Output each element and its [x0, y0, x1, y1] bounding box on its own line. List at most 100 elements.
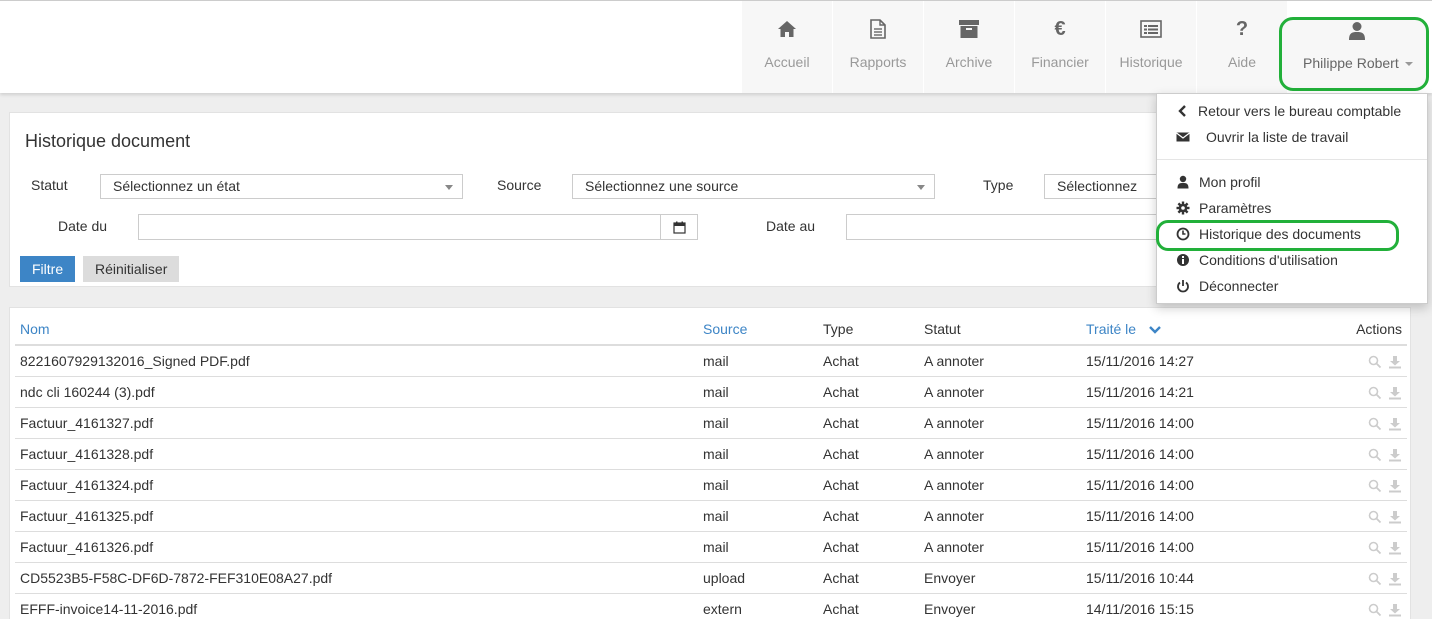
envelope-icon [1176, 132, 1190, 142]
cell-processed: 14/11/2016 15:15 [1081, 593, 1261, 619]
caret-down-icon [1404, 62, 1413, 67]
statut-select[interactable]: Sélectionnez un état [100, 174, 463, 199]
cell-name: ndc cli 160244 (3).pdf [15, 376, 698, 408]
download-icon[interactable] [1388, 510, 1402, 524]
download-icon[interactable] [1388, 355, 1402, 369]
menu-item-label: Retour vers le bureau comptable [1198, 103, 1402, 119]
menu-item-parametres[interactable]: Paramètres [1157, 196, 1427, 222]
date-from-label: Date du [58, 218, 108, 234]
cell-processed: 15/11/2016 14:00 [1081, 438, 1261, 470]
table-row: Factuur_4161324.pdf mail Achat A annoter 15/… [15, 469, 1407, 501]
cell-source: mail [698, 500, 818, 532]
search-icon[interactable] [1368, 417, 1382, 431]
cell-name: 8221607929132016_Signed PDF.pdf [15, 345, 698, 377]
search-icon[interactable] [1368, 603, 1382, 617]
table-row: Factuur_4161326.pdf mail Achat A annoter 15/… [15, 531, 1407, 563]
download-icon[interactable] [1388, 448, 1402, 462]
euro-icon: € [1054, 17, 1066, 40]
menu-item-deconnecter[interactable]: Déconnecter [1157, 274, 1427, 300]
col-header-processed-label: Traité le [1086, 320, 1137, 337]
cell-actions [1261, 593, 1407, 619]
download-icon[interactable] [1388, 386, 1402, 400]
cell-source: mail [698, 376, 818, 408]
col-header-processed[interactable]: Traité le [1081, 313, 1261, 346]
date-from-input[interactable] [138, 214, 661, 240]
date-from-calendar-button[interactable] [660, 214, 698, 240]
menu-item-mon-profil[interactable]: Mon profil [1157, 170, 1427, 196]
chevron-down-icon [445, 185, 453, 190]
download-icon[interactable] [1388, 479, 1402, 493]
info-icon [1177, 254, 1189, 266]
col-header-actions: Actions [1261, 313, 1407, 346]
menu-item-conditions[interactable]: Conditions d'utilisation [1157, 248, 1427, 274]
table-row: Factuur_4161328.pdf mail Achat A annoter 15/… [15, 438, 1407, 470]
search-icon[interactable] [1368, 448, 1382, 462]
cell-name: Factuur_4161328.pdf [15, 438, 698, 470]
download-icon[interactable] [1388, 572, 1402, 586]
nav-item-rapports[interactable]: Rapports [833, 1, 924, 93]
document-table: Nom Source Type Statut Traité le Actions… [15, 313, 1407, 619]
nav-item-financier[interactable]: € Financier [1015, 1, 1106, 93]
cell-status: A annoter [919, 500, 1081, 532]
menu-item-historique-documents[interactable]: Historique des documents [1157, 222, 1427, 248]
search-icon[interactable] [1368, 479, 1382, 493]
menu-item-label: Conditions d'utilisation [1199, 252, 1338, 268]
gear-icon [1176, 201, 1190, 215]
source-label: Source [497, 177, 542, 193]
menu-item-label: Paramètres [1199, 200, 1272, 216]
menu-item-liste-travail[interactable]: Ouvrir la liste de travail [1157, 125, 1427, 151]
cell-status: A annoter [919, 438, 1081, 470]
cell-source: mail [698, 407, 818, 439]
nav-item-aide[interactable]: ? Aide [1197, 1, 1288, 93]
col-header-type: Type [818, 313, 919, 346]
question-icon: ? [1235, 17, 1249, 40]
nav-item-archive[interactable]: Archive [924, 1, 1015, 93]
nav-item-historique[interactable]: Historique [1106, 1, 1197, 93]
main-nav: Accueil Rapports Archive € Financier His… [742, 1, 1288, 93]
user-menu-toggle[interactable]: Philippe Robert [1279, 17, 1429, 91]
col-header-name[interactable]: Nom [15, 313, 698, 346]
nav-item-accueil[interactable]: Accueil [742, 1, 833, 93]
search-icon[interactable] [1368, 386, 1382, 400]
table-row: Factuur_4161327.pdf mail Achat A annoter 15/… [15, 407, 1407, 439]
cell-actions [1261, 531, 1407, 563]
cell-type: Achat [818, 407, 919, 439]
search-icon[interactable] [1368, 572, 1382, 586]
menu-item-label: Déconnecter [1199, 278, 1279, 294]
file-icon [866, 18, 890, 40]
clock-icon [1176, 227, 1190, 241]
search-icon[interactable] [1368, 510, 1382, 524]
cell-actions [1261, 500, 1407, 532]
search-icon[interactable] [1368, 541, 1382, 555]
page-title: Historique document [25, 131, 191, 151]
home-icon [775, 18, 799, 40]
cell-actions [1261, 469, 1407, 501]
col-header-source[interactable]: Source [698, 313, 818, 346]
user-icon [1177, 175, 1189, 189]
statut-label: Statut [31, 177, 68, 193]
download-icon[interactable] [1388, 417, 1402, 431]
cell-status: A annoter [919, 531, 1081, 563]
source-select-value: Sélectionnez une source [585, 178, 739, 194]
filter-button[interactable]: Filtre [20, 256, 76, 282]
download-icon[interactable] [1388, 541, 1402, 555]
cell-source: mail [698, 345, 818, 377]
download-icon[interactable] [1388, 603, 1402, 617]
cell-source: mail [698, 469, 818, 501]
top-navbar: Accueil Rapports Archive € Financier His… [0, 0, 1432, 93]
menu-item-retour[interactable]: Retour vers le bureau comptable [1157, 99, 1427, 125]
source-select[interactable]: Sélectionnez une source [572, 174, 935, 199]
cell-type: Achat [818, 593, 919, 619]
search-icon[interactable] [1368, 355, 1382, 369]
cell-actions [1261, 438, 1407, 470]
power-icon [1177, 280, 1189, 293]
table-row: CD5523B5-F58C-DF6D-7872-FEF310E08A27.pdf… [15, 562, 1407, 594]
cell-processed: 15/11/2016 14:21 [1081, 376, 1261, 408]
cell-name: CD5523B5-F58C-DF6D-7872-FEF310E08A27.pdf [15, 562, 698, 594]
table-row: Factuur_4161325.pdf mail Achat A annoter 15/… [15, 500, 1407, 532]
reset-button[interactable]: Réinitialiser [83, 256, 180, 282]
cell-source: extern [698, 593, 818, 619]
nav-label: Archive [945, 54, 993, 70]
chevron-left-icon [1178, 105, 1186, 117]
archive-icon [957, 18, 981, 40]
